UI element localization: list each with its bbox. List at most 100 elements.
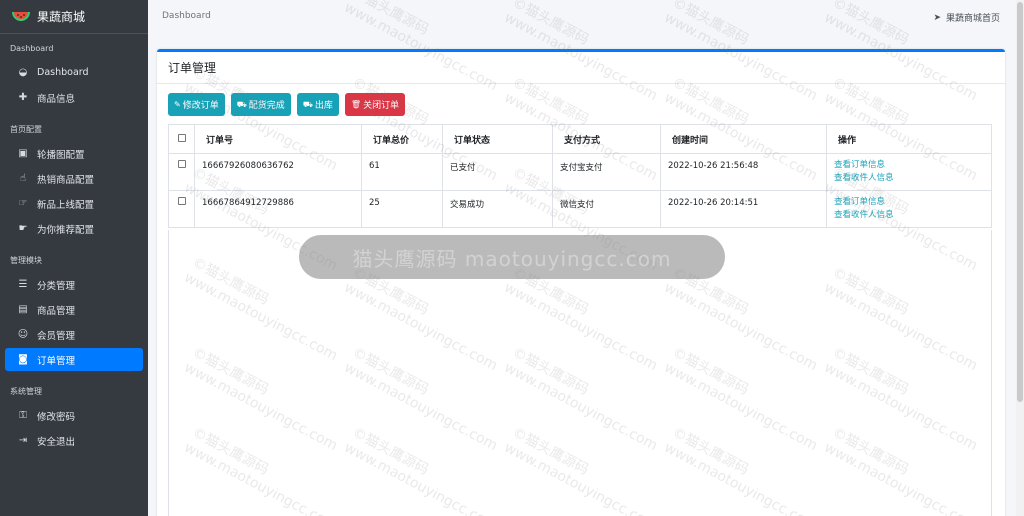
sidebar-item[interactable]: ☞ 新品上线配置: [5, 192, 143, 215]
ship-out-button[interactable]: ⛟ 出库: [296, 93, 339, 116]
button-label: 关闭订单: [363, 101, 400, 111]
sidebar-item-label: 商品管理: [37, 305, 76, 317]
payment-cell: 支付宝支付: [552, 153, 661, 191]
order-no-cell: 16667864912729886: [194, 190, 362, 228]
nav-section-header: 首页配置: [10, 125, 42, 134]
button-label: 出库: [314, 101, 333, 111]
brand[interactable]: 果蔬商城: [0, 0, 148, 34]
card-header: 订单管理: [157, 52, 1005, 84]
sidebar-item[interactable]: ◙ 订单管理: [5, 348, 143, 371]
edit-order-button[interactable]: ✎ 修改订单: [168, 93, 225, 116]
sidebar-item[interactable]: ☛ 为你推荐配置: [5, 217, 143, 240]
list-icon: ☰: [18, 279, 28, 290]
view-recipient-link[interactable]: 查看收件人信息: [834, 209, 991, 222]
col-order-no: 订单号: [194, 124, 362, 154]
dashboard-icon: ◒: [18, 67, 28, 78]
users-icon: ☺: [17, 329, 29, 340]
toolbar: ✎ 修改订单 ⛟ 配货完成 ⛟ 出库 🗑 关闭订单: [168, 93, 406, 116]
sidebar-item[interactable]: ☺ 会员管理: [5, 323, 143, 346]
sidebar-item-label: 为你推荐配置: [37, 224, 95, 236]
box-icon: ▤: [18, 304, 28, 315]
sidebar-item-label: 商品信息: [37, 93, 76, 105]
truck-icon: ⛟: [302, 99, 313, 109]
col-actions: 操作: [826, 124, 992, 154]
order-no-cell: 16667926080636762: [194, 153, 362, 191]
paper-plane-icon: ➤: [933, 12, 941, 23]
nav-section-header: 管理模块: [10, 256, 42, 265]
col-payment: 支付方式: [552, 124, 661, 154]
view-recipient-link[interactable]: 查看收件人信息: [834, 172, 991, 185]
watermelon-logo-icon: [12, 10, 30, 24]
truck-icon: ⛟: [236, 99, 247, 109]
watermark-banner-text: 猫头鹰源码 maotouyingcc.com: [352, 246, 672, 271]
thumbs-up-icon: ☝: [19, 173, 27, 184]
sign-out-icon: ⇥: [18, 435, 28, 446]
sidebar-item-label: 安全退出: [37, 436, 76, 448]
close-order-button[interactable]: 🗑 关闭订单: [344, 93, 406, 116]
total-cell: 61: [361, 153, 443, 191]
sidebar-item[interactable]: ◒ Dashboard: [5, 61, 143, 84]
view-order-link[interactable]: 查看订单信息: [834, 159, 991, 172]
sidebar-item[interactable]: ☝ 热销商品配置: [5, 167, 143, 190]
created-cell: 2022-10-26 21:56:48: [660, 153, 827, 191]
sidebar-item[interactable]: ⇥ 安全退出: [5, 429, 143, 452]
watermark-banner: 猫头鹰源码 maotouyingcc.com: [299, 235, 725, 279]
image-icon: ▣: [18, 148, 28, 159]
sidebar-item-label: 会员管理: [37, 330, 76, 342]
top-navbar: Dashboard ➤ 果蔬商城首页: [148, 0, 1024, 34]
status-cell: 交易成功: [442, 190, 553, 228]
view-order-link[interactable]: 查看订单信息: [834, 196, 991, 209]
brand-name: 果蔬商城: [37, 10, 86, 24]
sidebar-item-label: 新品上线配置: [37, 199, 95, 211]
breadcrumb[interactable]: Dashboard: [162, 11, 211, 21]
nav-section-header: Dashboard: [10, 44, 54, 53]
nav-section-header: 系统管理: [10, 387, 42, 396]
sidebar: 果蔬商城 Dashboard ◒ Dashboard ✚ 商品信息首页配置 ▣ 轮播图配置 ☝…: [0, 0, 148, 516]
sidebar-item-label: 轮播图配置: [37, 149, 85, 161]
plus-icon: ✚: [18, 92, 28, 103]
select-all-cell: [168, 124, 195, 154]
table-row: 16667926080636762 61 已支付 支付宝支付 2022-10-26 21…: [168, 153, 992, 191]
table-row: 16667864912729886 25 交易成功 微信支付 2022-10-26 20…: [168, 190, 992, 228]
sidebar-item[interactable]: ▤ 商品管理: [5, 298, 143, 321]
actions-cell: 查看订单信息 查看收件人信息: [826, 190, 992, 228]
lock-icon: ⚿: [19, 410, 27, 421]
row-select-cell: [168, 153, 195, 191]
mall-home-link[interactable]: ➤ 果蔬商城首页: [933, 11, 1000, 25]
select-all-checkbox[interactable]: [177, 133, 186, 142]
stock-complete-button[interactable]: ⛟ 配货完成: [230, 93, 291, 116]
actions-cell: 查看订单信息 查看收件人信息: [826, 153, 992, 191]
col-created: 创建时间: [660, 124, 827, 154]
col-total: 订单总价: [361, 124, 443, 154]
sidebar-item[interactable]: ▣ 轮播图配置: [5, 142, 143, 165]
table-header-row: 订单号 订单总价 订单状态 支付方式 创建时间 操作: [168, 124, 992, 154]
sidebar-item[interactable]: ⚿ 修改密码: [5, 404, 143, 427]
sidebar-item-label: 热销商品配置: [37, 174, 95, 186]
sidebar-item-label: Dashboard: [37, 67, 89, 78]
button-label: 修改订单: [182, 101, 219, 111]
sidebar-item[interactable]: ☰ 分类管理: [5, 273, 143, 296]
orders-table: 订单号 订单总价 订单状态 支付方式 创建时间 操作 1666792608063…: [168, 124, 992, 228]
payment-cell: 微信支付: [552, 190, 661, 228]
col-status: 订单状态: [442, 124, 553, 154]
mall-home-label: 果蔬商城首页: [945, 14, 1000, 24]
money-icon: ◙: [18, 354, 28, 365]
sidebar-item-label: 订单管理: [37, 355, 76, 367]
button-label: 配货完成: [248, 101, 285, 111]
row-checkbox[interactable]: [177, 160, 186, 168]
row-select-cell: [168, 190, 195, 228]
page-title: 订单管理: [168, 61, 217, 75]
sidebar-item-label: 修改密码: [37, 411, 76, 423]
edit-icon: ✎: [174, 100, 181, 109]
hand-icon: ☛: [18, 223, 28, 234]
status-cell: 已支付: [442, 153, 553, 191]
total-cell: 25: [361, 190, 443, 228]
row-checkbox[interactable]: [177, 197, 186, 205]
sidebar-item[interactable]: ✚ 商品信息: [5, 86, 143, 109]
trash-icon: 🗑: [350, 100, 362, 109]
pointer-icon: ☞: [18, 198, 28, 209]
scrollbar-thumb[interactable]: [1017, 2, 1023, 402]
order-management-card: 订单管理 ✎ 修改订单 ⛟ 配货完成 ⛟ 出库 🗑 关闭订单 订单号 订单总价 订单状态 支付…: [157, 49, 1005, 516]
page-scrollbar[interactable]: [1016, 0, 1024, 516]
orders-table-body: 16667926080636762 61 已支付 支付宝支付 2022-10-26 21…: [168, 153, 992, 228]
